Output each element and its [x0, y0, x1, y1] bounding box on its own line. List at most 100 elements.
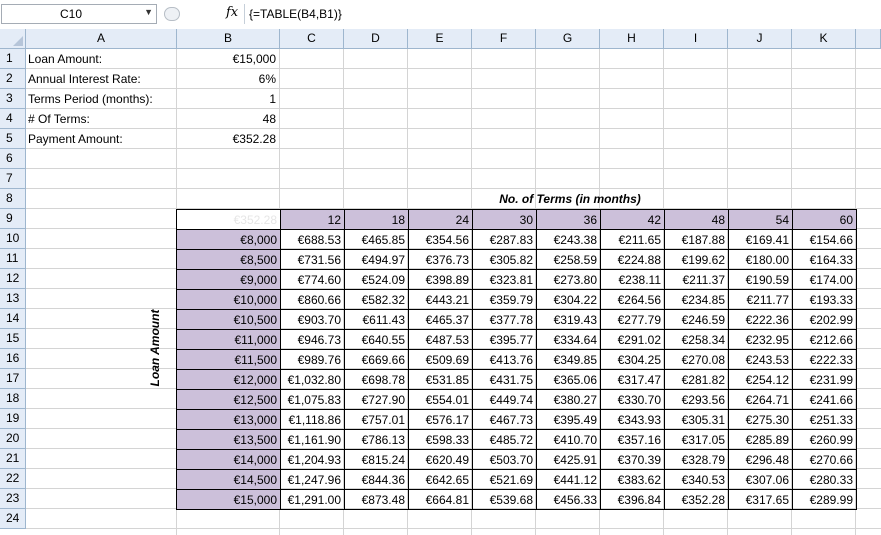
input-label[interactable]: Terms Period (months): [28, 89, 153, 109]
payment-cell[interactable]: €669.66 [344, 349, 409, 370]
payment-cell[interactable]: €224.88 [600, 249, 665, 270]
payment-cell[interactable]: €343.93 [600, 409, 665, 430]
term-header-cell[interactable]: 48 [664, 209, 729, 230]
payment-cell[interactable]: €334.64 [536, 329, 601, 350]
payment-cell[interactable]: €258.59 [536, 249, 601, 270]
payment-cell[interactable]: €1,118.86 [280, 409, 345, 430]
input-value[interactable]: 6% [177, 69, 279, 89]
payment-cell[interactable]: €467.73 [472, 409, 537, 430]
row-header-21[interactable]: 21 [0, 449, 26, 469]
payment-cell[interactable]: €319.43 [536, 309, 601, 330]
payment-cell[interactable]: €774.60 [280, 269, 345, 290]
row-header-9[interactable]: 9 [0, 209, 26, 229]
row-header-23[interactable]: 23 [0, 489, 26, 509]
payment-cell[interactable]: €1,247.96 [280, 469, 345, 490]
payment-cell[interactable]: €485.72 [472, 429, 537, 450]
payment-cell[interactable]: €509.69 [408, 349, 473, 370]
payment-cell[interactable]: €503.70 [472, 449, 537, 470]
payment-cell[interactable]: €441.12 [536, 469, 601, 490]
payment-cell[interactable]: €611.43 [344, 309, 409, 330]
payment-cell[interactable]: €154.66 [792, 229, 857, 250]
payment-cell[interactable]: €260.99 [792, 429, 857, 450]
payment-cell[interactable]: €232.95 [728, 329, 793, 350]
payment-cell[interactable]: €231.99 [792, 369, 857, 390]
term-header-cell[interactable]: 36 [536, 209, 601, 230]
payment-cell[interactable]: €873.48 [344, 489, 409, 510]
payment-cell[interactable]: €296.48 [728, 449, 793, 470]
name-box[interactable]: C10 ▼ [1, 4, 157, 24]
loan-amount-cell[interactable]: €11,000 [176, 329, 281, 350]
payment-cell[interactable]: €395.49 [536, 409, 601, 430]
payment-cell[interactable]: €330.70 [600, 389, 665, 410]
row-header-7[interactable]: 7 [0, 169, 26, 189]
payment-cell[interactable]: €989.76 [280, 349, 345, 370]
payment-cell[interactable]: €258.34 [664, 329, 729, 350]
payment-cell[interactable]: €287.83 [472, 229, 537, 250]
payment-cell[interactable]: €270.08 [664, 349, 729, 370]
payment-cell[interactable]: €554.01 [408, 389, 473, 410]
payment-cell[interactable]: €465.85 [344, 229, 409, 250]
loan-amount-cell[interactable]: €8,000 [176, 229, 281, 250]
payment-cell[interactable]: €357.16 [600, 429, 665, 450]
payment-cell[interactable]: €305.31 [664, 409, 729, 430]
input-label[interactable]: Annual Interest Rate: [28, 69, 141, 89]
row-header-18[interactable]: 18 [0, 389, 26, 409]
payment-cell[interactable]: €946.73 [280, 329, 345, 350]
loan-amount-cell[interactable]: €13,500 [176, 429, 281, 450]
input-value[interactable]: €15,000 [177, 49, 279, 69]
payment-cell[interactable]: €222.33 [792, 349, 857, 370]
payment-cell[interactable]: €449.74 [472, 389, 537, 410]
payment-cell[interactable]: €293.56 [664, 389, 729, 410]
row-header-6[interactable]: 6 [0, 149, 26, 169]
payment-cell[interactable]: €254.12 [728, 369, 793, 390]
payment-cell[interactable]: €844.36 [344, 469, 409, 490]
payment-cell[interactable]: €246.59 [664, 309, 729, 330]
payment-cell[interactable]: €370.39 [600, 449, 665, 470]
payment-cell[interactable]: €688.53 [280, 229, 345, 250]
payment-cell[interactable]: €576.17 [408, 409, 473, 430]
payment-cell[interactable]: €582.32 [344, 289, 409, 310]
payment-cell[interactable]: €354.56 [408, 229, 473, 250]
payment-cell[interactable]: €285.89 [728, 429, 793, 450]
payment-cell[interactable]: €291.02 [600, 329, 665, 350]
payment-cell[interactable]: €380.27 [536, 389, 601, 410]
loan-amount-cell[interactable]: €14,000 [176, 449, 281, 470]
row-header-13[interactable]: 13 [0, 289, 26, 309]
column-header-b[interactable]: B [177, 29, 280, 49]
payment-cell[interactable]: €280.33 [792, 469, 857, 490]
payment-cell[interactable]: €1,291.00 [280, 489, 345, 510]
column-header-j[interactable]: J [728, 29, 792, 49]
payment-cell[interactable]: €1,032.80 [280, 369, 345, 390]
term-header-cell[interactable]: 18 [344, 209, 409, 230]
payment-cell[interactable]: €425.91 [536, 449, 601, 470]
loan-amount-cell[interactable]: €10,500 [176, 309, 281, 330]
payment-cell[interactable]: €349.85 [536, 349, 601, 370]
row-header-22[interactable]: 22 [0, 469, 26, 489]
row-header-17[interactable]: 17 [0, 369, 26, 389]
row-header-19[interactable]: 19 [0, 409, 26, 429]
payment-cell[interactable]: €187.88 [664, 229, 729, 250]
payment-cell[interactable]: €234.85 [664, 289, 729, 310]
payment-cell[interactable]: €860.66 [280, 289, 345, 310]
payment-cell[interactable]: €270.66 [792, 449, 857, 470]
payment-cell[interactable]: €328.79 [664, 449, 729, 470]
loan-amount-cell[interactable]: €14,500 [176, 469, 281, 490]
payment-cell[interactable]: €465.37 [408, 309, 473, 330]
payment-cell[interactable]: €264.71 [728, 389, 793, 410]
payment-cell[interactable]: €241.66 [792, 389, 857, 410]
row-header-24[interactable]: 24 [0, 509, 26, 529]
input-value[interactable]: 1 [177, 89, 279, 109]
loan-amount-cell[interactable]: €8,500 [176, 249, 281, 270]
input-value[interactable]: €352.28 [177, 129, 279, 149]
payment-cell[interactable]: €903.70 [280, 309, 345, 330]
payment-cell[interactable]: €277.79 [600, 309, 665, 330]
payment-cell[interactable]: €531.85 [408, 369, 473, 390]
payment-cell[interactable]: €640.55 [344, 329, 409, 350]
payment-cell[interactable]: €398.89 [408, 269, 473, 290]
column-header-g[interactable]: G [536, 29, 600, 49]
payment-cell[interactable]: €377.78 [472, 309, 537, 330]
payment-cell[interactable]: €304.22 [536, 289, 601, 310]
loan-amount-cell[interactable]: €10,000 [176, 289, 281, 310]
payment-cell[interactable]: €340.53 [664, 469, 729, 490]
payment-cell[interactable]: €169.41 [728, 229, 793, 250]
